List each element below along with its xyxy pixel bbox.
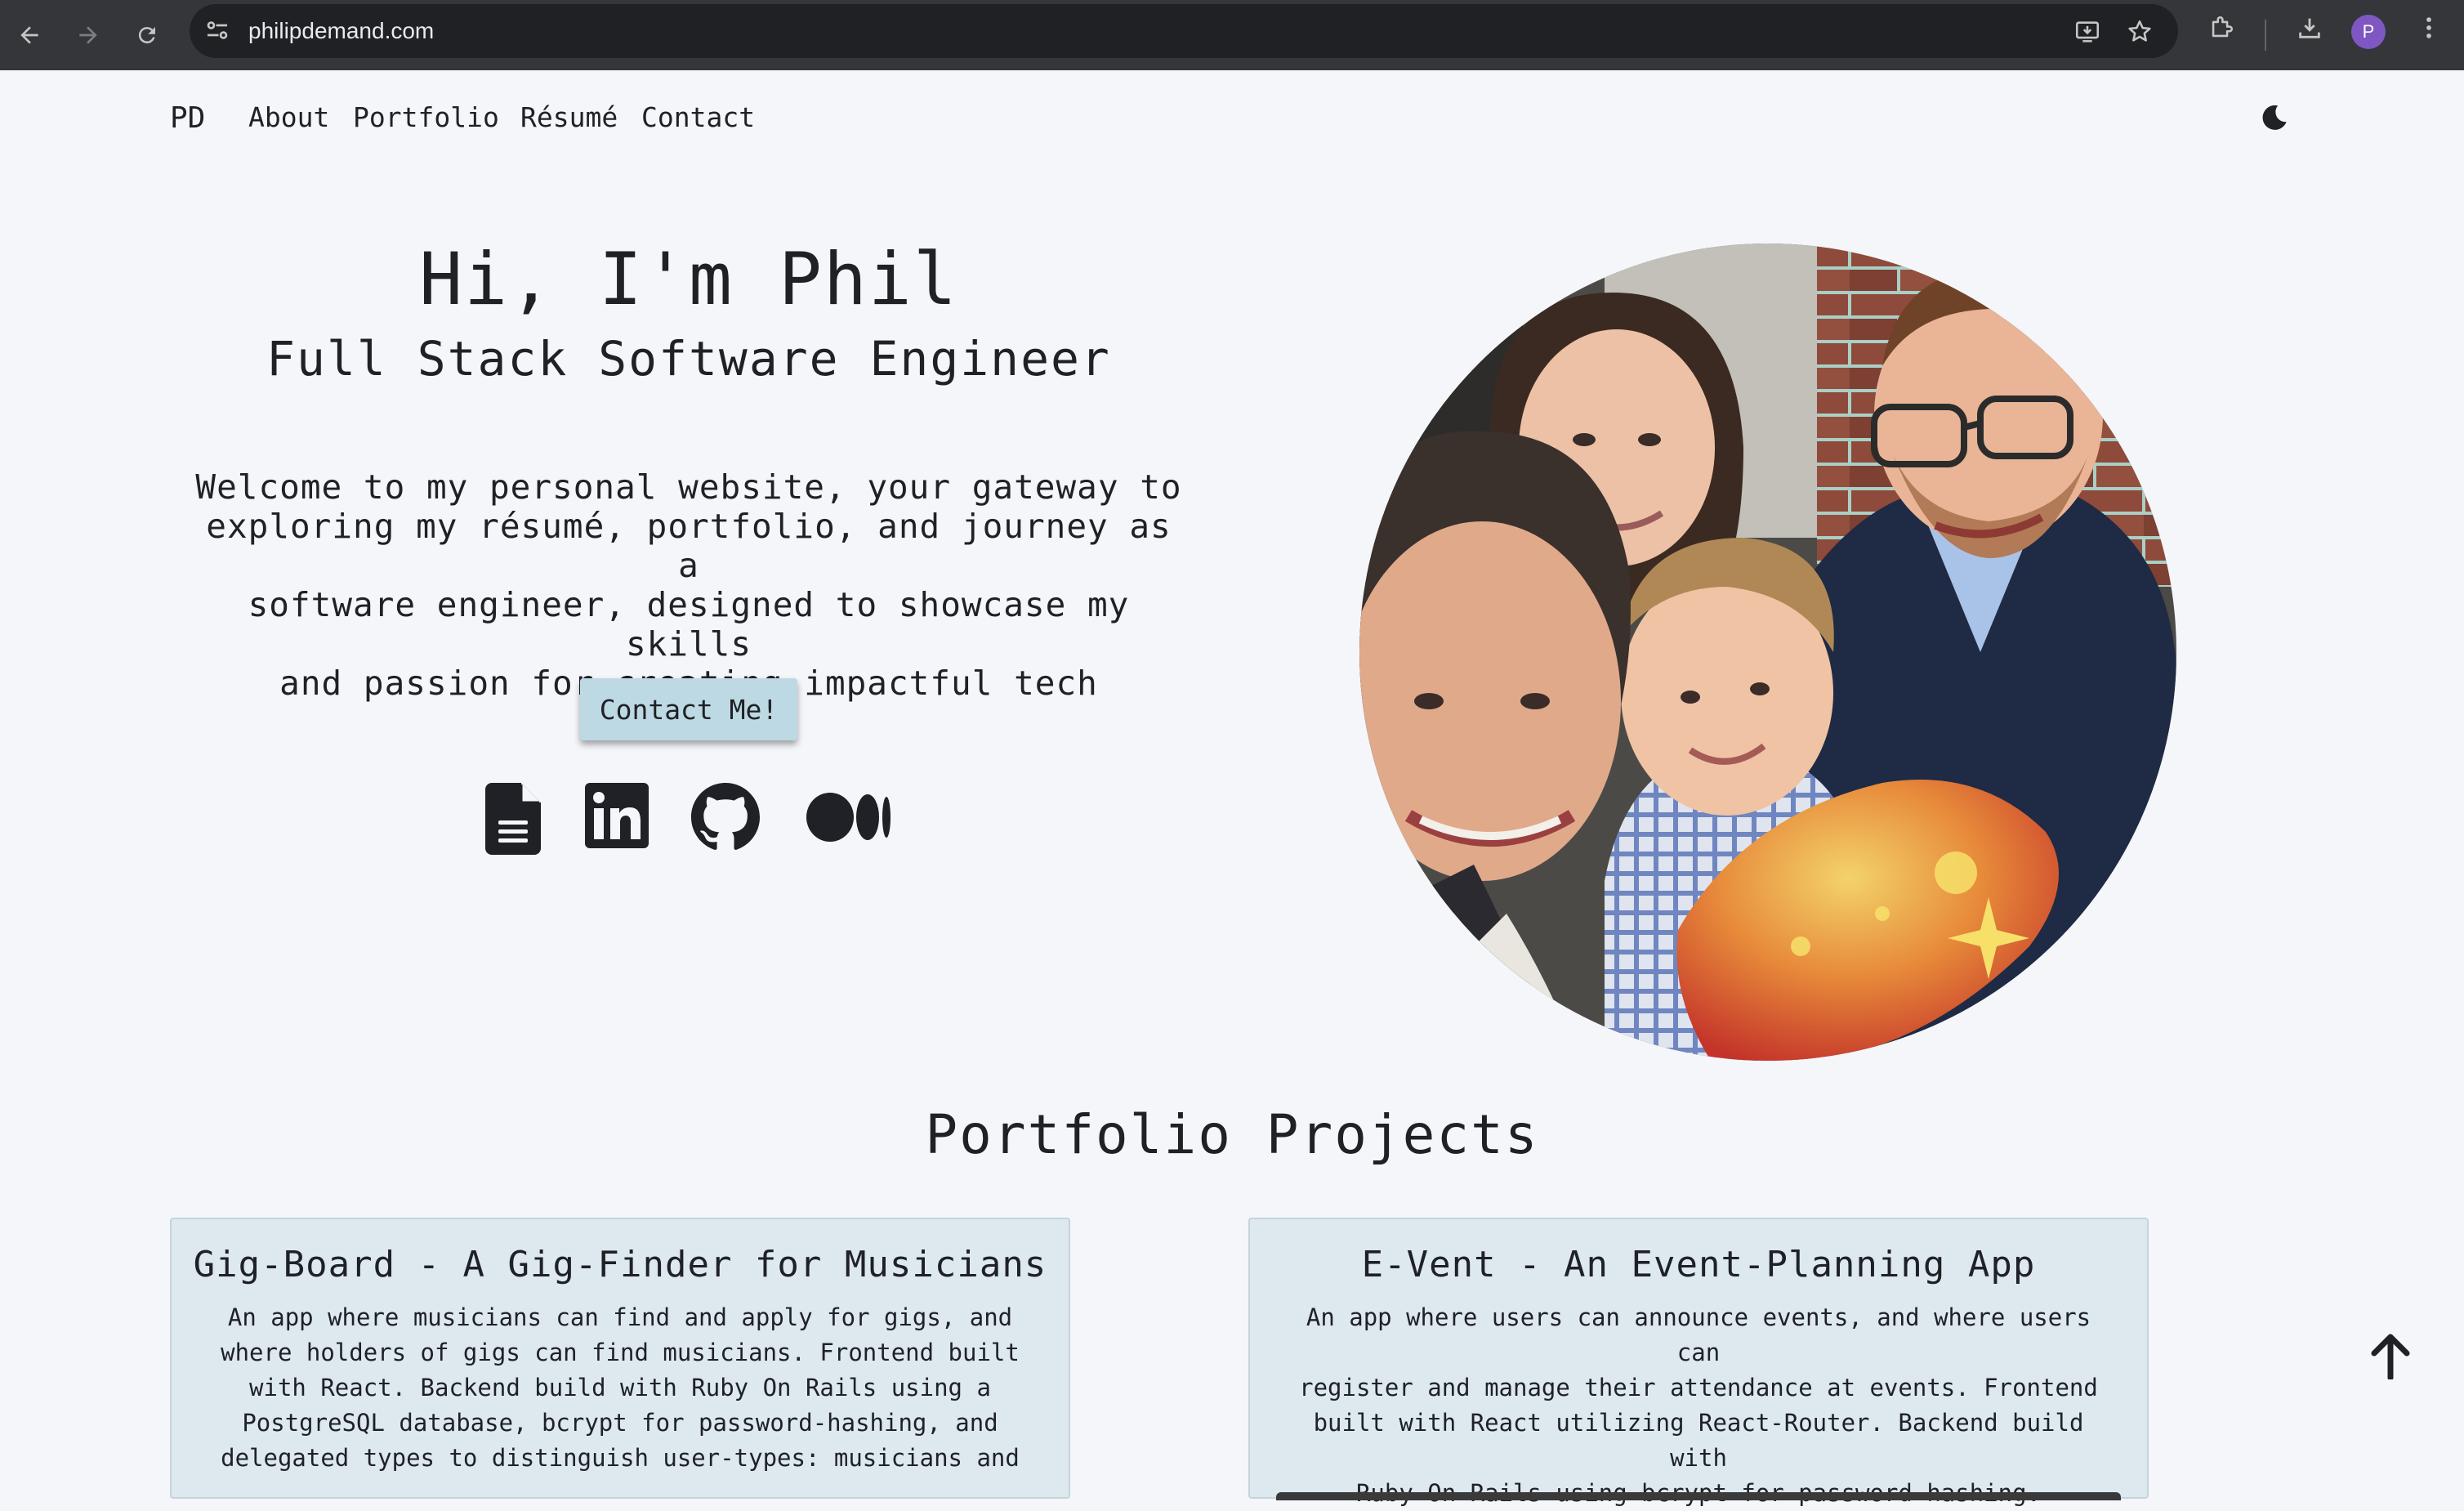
description-line: delegated types to distinguish user-type…: [221, 1444, 1020, 1472]
profile-avatar[interactable]: P: [2351, 15, 2386, 49]
description-line: An app where musicians can find and appl…: [227, 1303, 1013, 1331]
toolbar-divider: [2265, 20, 2266, 51]
arrow-left-icon: [20, 26, 38, 44]
browser-toolbar: philipdemand.com P: [0, 0, 2464, 70]
arrow-right-icon: [79, 26, 97, 44]
hero-subtitle: Full Stack Software Engineer: [266, 331, 1111, 387]
github-icon[interactable]: [691, 783, 760, 852]
site-navbar: PD About Portfolio Résumé Contact: [0, 70, 2464, 160]
linkedin-icon[interactable]: [585, 783, 649, 848]
welcome-line: software engineer, designed to showcase …: [248, 585, 1130, 664]
project-card-gig-board[interactable]: Gig-Board - A Gig-Finder for Musicians A…: [170, 1218, 1070, 1499]
welcome-line: Welcome to my personal website, your gat…: [195, 467, 1182, 507]
description-line: built with React utilizing React-Router.…: [1313, 1409, 2084, 1472]
extensions-puzzle-icon[interactable]: [2207, 14, 2235, 42]
forward-button[interactable]: [67, 14, 109, 56]
address-bar[interactable]: philipdemand.com: [190, 4, 2178, 58]
more-menu-icon[interactable]: [2415, 14, 2443, 42]
nav-link-portfolio[interactable]: Portfolio: [353, 101, 499, 133]
description-line: where holders of gigs can find musicians…: [221, 1339, 1020, 1366]
nav-link-resume[interactable]: Résumé: [520, 101, 618, 133]
reload-icon: [138, 27, 155, 44]
url-text[interactable]: philipdemand.com: [248, 4, 434, 58]
project-title: E-Vent - An Event-Planning App: [1361, 1244, 2036, 1285]
project-card-e-vent[interactable]: E-Vent - An Event-Planning App An app wh…: [1248, 1218, 2149, 1507]
profile-family-photo: [1359, 244, 2176, 1061]
project-description: An app where musicians can find and appl…: [219, 1300, 1021, 1476]
portfolio-section-title: Portfolio Projects: [925, 1103, 1539, 1166]
downloads-icon[interactable]: [2296, 14, 2323, 42]
description-line: register and manage their attendance at …: [1299, 1374, 2098, 1401]
project-title: Gig-Board - A Gig-Finder for Musicians: [193, 1244, 1047, 1285]
description-line: with React. Backend build with Ruby On R…: [249, 1374, 991, 1401]
medium-icon[interactable]: [806, 783, 892, 852]
bookmark-star-icon[interactable]: [2126, 18, 2154, 46]
welcome-line: exploring my résumé, portfolio, and jour…: [206, 507, 1172, 585]
site-logo[interactable]: PD: [170, 101, 205, 135]
project-description: An app where users can announce events, …: [1297, 1300, 2100, 1511]
nav-link-contact[interactable]: Contact: [641, 101, 755, 133]
resume-document-icon[interactable]: [485, 783, 541, 855]
description-line: An app where users can announce events, …: [1306, 1303, 2091, 1366]
hero-title: Hi, I'm Phil: [419, 237, 958, 321]
dark-mode-moon-icon[interactable]: [2258, 101, 2291, 134]
back-button[interactable]: [8, 14, 51, 56]
description-line: PostgreSQL database, bcrypt for password…: [242, 1409, 998, 1437]
install-app-icon[interactable]: [2073, 18, 2101, 46]
contact-me-button[interactable]: Contact Me!: [580, 678, 797, 740]
reload-button[interactable]: [126, 14, 168, 56]
project-preview-image-edge: [1276, 1492, 2121, 1500]
nav-link-about[interactable]: About: [248, 101, 329, 133]
site-settings-icon[interactable]: [203, 16, 232, 45]
scroll-to-top-arrow-icon[interactable]: [2369, 1334, 2412, 1379]
